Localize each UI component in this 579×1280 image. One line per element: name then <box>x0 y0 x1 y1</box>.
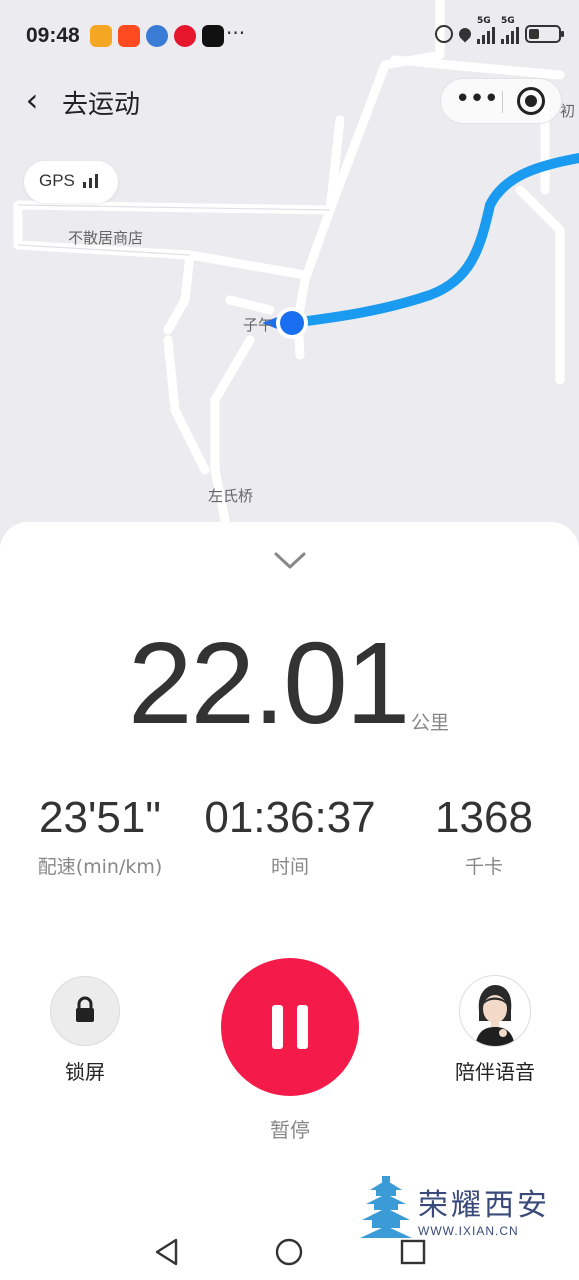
pace-label: 配速(min/km) <box>37 856 163 878</box>
battery-icon <box>525 25 564 43</box>
love-app-icon <box>90 25 112 47</box>
companion-avatar-icon <box>475 985 515 1046</box>
watermark-text: 荣耀西安 <box>418 1188 550 1223</box>
stat-time: 01:36:37 时间 <box>190 792 390 879</box>
weibo-app-icon <box>174 25 196 47</box>
back-triangle-icon[interactable] <box>148 1232 188 1272</box>
battery-fill <box>529 29 539 39</box>
gps-status-pill: GPS <box>24 161 118 203</box>
stat-calories: 1368 千卡 <box>384 792 579 879</box>
douyin-app-icon <box>202 25 224 47</box>
target-icon[interactable] <box>517 87 545 115</box>
calories-value: 1368 <box>435 793 533 842</box>
home-circle-icon[interactable] <box>269 1232 309 1272</box>
chevron-left-icon[interactable]: ‹ <box>14 82 50 118</box>
pause-label: 暂停 <box>270 1118 310 1142</box>
distance-unit: 公里 <box>411 712 450 734</box>
calories-label: 千卡 <box>464 856 503 878</box>
more-menu-button[interactable]: ••• <box>455 81 499 121</box>
lock-screen-button[interactable] <box>50 976 120 1046</box>
signal-2-icon <box>501 24 519 44</box>
distance-display: 22.01 公里 <box>0 618 579 748</box>
capsule-divider <box>502 91 503 113</box>
map-label-bridge: 左氏桥 <box>208 487 254 505</box>
chevron-down-icon[interactable] <box>273 548 307 572</box>
nav-bar: ‹ 去运动 ••• <box>0 76 579 126</box>
signal-1-group: 5G <box>477 16 495 44</box>
time-label: 时间 <box>270 856 309 878</box>
notification-app-icons <box>90 25 224 47</box>
status-time: 09:48 <box>26 24 80 47</box>
pause-button[interactable] <box>221 958 359 1096</box>
network-label-2: 5G <box>501 16 515 26</box>
map-label-poi: 子午 <box>243 316 274 334</box>
recents-square-icon[interactable] <box>393 1232 433 1272</box>
alarm-icon <box>435 25 453 43</box>
workout-panel: 22.01 公里 23'51" 配速(min/km) 01:36:37 时间 1… <box>0 522 579 1280</box>
status-bar: 09:48 ··· 5G 5G <box>0 0 579 72</box>
time-value: 01:36:37 <box>204 793 376 842</box>
stat-pace: 23'51" 配速(min/km) <box>0 792 200 879</box>
status-right-group: 5G 5G <box>435 16 564 44</box>
location-icon <box>456 25 474 43</box>
pause-icon-bar-right <box>297 1005 308 1049</box>
more-notifications-icon: ··· <box>226 21 246 45</box>
lock-icon <box>76 996 94 1022</box>
signal-2-group: 5G <box>501 16 519 44</box>
distance-value: 22.01 <box>128 618 410 748</box>
page-title: 去运动 <box>62 90 141 120</box>
pause-icon-bar-left <box>272 1005 283 1049</box>
voice-companion-button[interactable] <box>459 975 531 1047</box>
network-label-1: 5G <box>477 16 491 26</box>
voice-companion-label: 陪伴语音 <box>455 1060 535 1084</box>
map-label-shop: 不散居商店 <box>68 229 144 247</box>
browser-app-icon <box>146 25 168 47</box>
lock-screen-label: 锁屏 <box>65 1060 105 1084</box>
taobao-app-icon <box>118 25 140 47</box>
gps-label: GPS <box>39 171 75 190</box>
signal-1-icon <box>477 24 495 44</box>
gps-signal-icon <box>83 174 98 188</box>
system-navigation-bar <box>0 1220 579 1280</box>
mini-program-capsule: ••• <box>440 78 562 124</box>
pace-value: 23'51" <box>39 793 161 842</box>
